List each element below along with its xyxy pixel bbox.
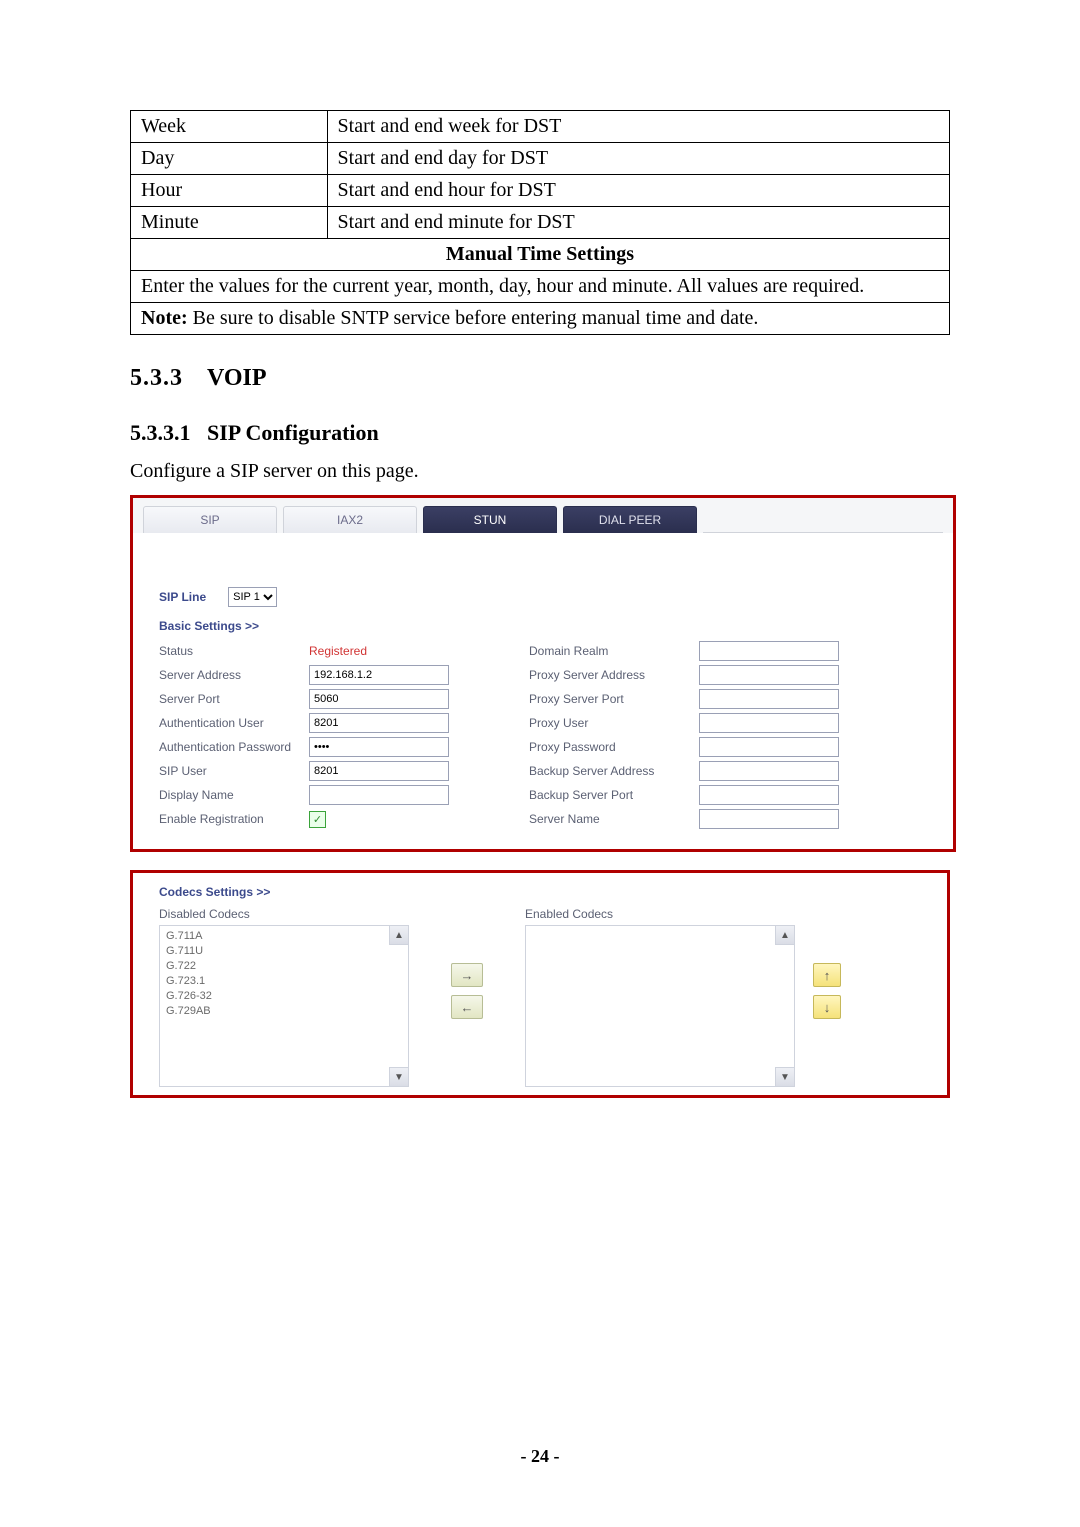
server-port-input[interactable]: [309, 689, 449, 709]
move-up-button[interactable]: ↑: [813, 963, 841, 987]
proxy-user-input[interactable]: [699, 713, 839, 733]
proxy-server-port-input[interactable]: [699, 689, 839, 709]
status-value: Registered: [309, 644, 469, 658]
tab-dial-peer[interactable]: DIAL PEER: [563, 506, 697, 533]
proxy-server-address-label: Proxy Server Address: [529, 668, 699, 682]
codecs-screenshot: Codecs Settings >> Disabled Codecs ▲ G.7…: [130, 870, 950, 1098]
display-name-input[interactable]: [309, 785, 449, 805]
disabled-codecs-label: Disabled Codecs: [159, 907, 409, 921]
auth-password-input[interactable]: [309, 737, 449, 757]
list-item[interactable]: G.722: [166, 959, 402, 974]
server-address-input[interactable]: [309, 665, 449, 685]
dst-hour-label: Hour: [131, 175, 328, 207]
section-title: VOIP: [207, 365, 267, 391]
server-port-label: Server Port: [159, 692, 309, 706]
basic-settings-grid: Status Registered Domain Realm Server Ad…: [159, 641, 927, 829]
subsection-number: 5.3.3.1: [130, 420, 191, 445]
status-label: Status: [159, 644, 309, 658]
tabs-bar: SIP IAX2 STUN DIAL PEER: [133, 498, 953, 533]
tab-sip[interactable]: SIP: [143, 506, 277, 533]
disabled-codecs-items: G.711A G.711U G.722 G.723.1 G.726-32 G.7…: [160, 926, 408, 1022]
tab-stun[interactable]: STUN: [423, 506, 557, 533]
scroll-down-icon[interactable]: ▼: [775, 1067, 794, 1086]
codecs-settings-title: Codecs Settings >>: [159, 885, 921, 899]
proxy-user-label: Proxy User: [529, 716, 699, 730]
dst-table: Week Start and end week for DST Day Star…: [130, 110, 950, 335]
proxy-server-address-input[interactable]: [699, 665, 839, 685]
scroll-up-icon[interactable]: ▲: [389, 926, 408, 945]
list-item[interactable]: G.723.1: [166, 974, 402, 989]
enabled-codecs-items: [526, 926, 794, 932]
proxy-password-label: Proxy Password: [529, 740, 699, 754]
manual-time-heading: Manual Time Settings: [131, 239, 950, 271]
dst-day-desc: Start and end day for DST: [327, 143, 949, 175]
sip-line-label: SIP Line: [159, 590, 206, 604]
section-heading: 5.3.3 VOIP: [130, 365, 950, 392]
dst-minute-label: Minute: [131, 207, 328, 239]
table-row: Minute Start and end minute for DST: [131, 207, 950, 239]
note-text: Be sure to disable SNTP service before e…: [188, 307, 759, 329]
domain-realm-label: Domain Realm: [529, 644, 699, 658]
enabled-codecs-label: Enabled Codecs: [525, 907, 795, 921]
server-name-input[interactable]: [699, 809, 839, 829]
lead-text: Configure a SIP server on this page.: [130, 460, 950, 483]
enabled-codecs-listbox[interactable]: ▲ ▼: [525, 925, 795, 1087]
display-name-label: Display Name: [159, 788, 309, 802]
list-item[interactable]: G.711U: [166, 944, 402, 959]
tabs-spacer: [703, 506, 943, 533]
sip-line-select[interactable]: SIP 1: [228, 587, 277, 607]
move-left-button[interactable]: ←: [451, 995, 483, 1019]
auth-password-label: Authentication Password: [159, 740, 309, 754]
dst-week-label: Week: [131, 111, 328, 143]
section-number: 5.3.3: [130, 365, 183, 391]
table-row: Note: Be sure to disable SNTP service be…: [131, 303, 950, 335]
proxy-password-input[interactable]: [699, 737, 839, 757]
backup-server-port-input[interactable]: [699, 785, 839, 805]
enable-registration-label: Enable Registration: [159, 812, 309, 826]
table-row: Week Start and end week for DST: [131, 111, 950, 143]
list-item[interactable]: G.729AB: [166, 1004, 402, 1019]
domain-realm-input[interactable]: [699, 641, 839, 661]
move-right-button[interactable]: →: [451, 963, 483, 987]
auth-user-input[interactable]: [309, 713, 449, 733]
backup-server-port-label: Backup Server Port: [529, 788, 699, 802]
move-down-button[interactable]: ↓: [813, 995, 841, 1019]
server-name-label: Server Name: [529, 812, 699, 826]
tab-iax2[interactable]: IAX2: [283, 506, 417, 533]
dst-hour-desc: Start and end hour for DST: [327, 175, 949, 207]
disabled-codecs-listbox[interactable]: ▲ G.711A G.711U G.722 G.723.1 G.726-32 G…: [159, 925, 409, 1087]
enable-registration-checkbox[interactable]: ✓: [309, 811, 326, 828]
scroll-down-icon[interactable]: ▼: [389, 1067, 408, 1086]
table-row: Day Start and end day for DST: [131, 143, 950, 175]
table-row: Hour Start and end hour for DST: [131, 175, 950, 207]
dst-minute-desc: Start and end minute for DST: [327, 207, 949, 239]
auth-user-label: Authentication User: [159, 716, 309, 730]
subsection-heading: 5.3.3.1 SIP Configuration: [130, 420, 950, 446]
scroll-up-icon[interactable]: ▲: [775, 926, 794, 945]
list-item[interactable]: G.711A: [166, 929, 402, 944]
backup-server-address-input[interactable]: [699, 761, 839, 781]
sip-user-label: SIP User: [159, 764, 309, 778]
note-label: Note:: [141, 307, 188, 329]
table-row: Enter the values for the current year, m…: [131, 271, 950, 303]
server-address-label: Server Address: [159, 668, 309, 682]
manual-time-text: Enter the values for the current year, m…: [131, 271, 950, 303]
sip-config-screenshot: SIP IAX2 STUN DIAL PEER SIP Line SIP 1 B…: [130, 495, 956, 852]
subsection-title: SIP Configuration: [207, 420, 379, 445]
basic-settings-title: Basic Settings >>: [159, 619, 927, 633]
proxy-server-port-label: Proxy Server Port: [529, 692, 699, 706]
manual-time-note: Note: Be sure to disable SNTP service be…: [131, 303, 950, 335]
list-item[interactable]: G.726-32: [166, 989, 402, 1004]
backup-server-address-label: Backup Server Address: [529, 764, 699, 778]
sip-user-input[interactable]: [309, 761, 449, 781]
page-number: - 24 -: [0, 1446, 1080, 1467]
table-row: Manual Time Settings: [131, 239, 950, 271]
dst-week-desc: Start and end week for DST: [327, 111, 949, 143]
dst-day-label: Day: [131, 143, 328, 175]
